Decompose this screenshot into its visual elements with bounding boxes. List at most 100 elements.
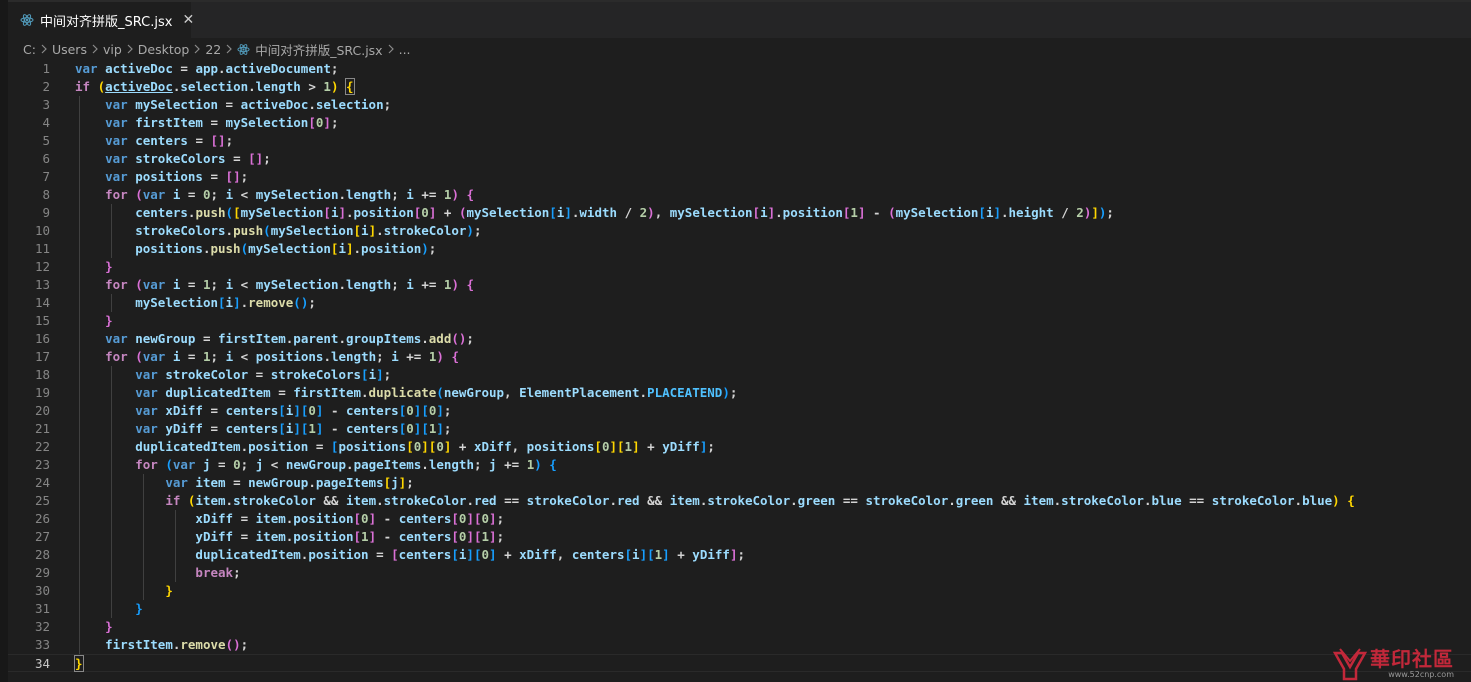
code-line[interactable]: 21 var yDiff = centers[i][1] - centers[0… <box>8 420 1471 438</box>
code-text: } <box>165 583 173 598</box>
code-line[interactable]: 20 var xDiff = centers[i][0] - centers[0… <box>8 402 1471 420</box>
code-text: duplicatedItem.position = [centers[i][0]… <box>195 547 745 562</box>
line-number: 34 <box>34 656 50 671</box>
breadcrumb-item-file[interactable]: 中间对齐拼版_SRC.jsx <box>237 40 383 59</box>
code-text: var mySelection = activeDoc.selection; <box>105 97 392 112</box>
code-line[interactable]: 13 for (var i = 1; i < mySelection.lengt… <box>8 276 1471 294</box>
code-text: } <box>105 313 113 328</box>
line-number: 12 <box>34 259 50 274</box>
code-line[interactable]: 2 if (activeDoc.selection.length > 1) { <box>8 78 1471 96</box>
line-number: 3 <box>42 97 50 112</box>
close-icon[interactable]: ✕ <box>182 11 194 29</box>
code-line[interactable]: 23 for (var j = 0; j < newGroup.pageItem… <box>8 456 1471 474</box>
line-number: 32 <box>34 619 50 634</box>
chevron-right-icon <box>126 44 134 54</box>
line-number: 27 <box>34 529 50 544</box>
code-line[interactable]: 31 } <box>8 600 1471 618</box>
line-number: 4 <box>42 115 50 130</box>
line-number: 2 <box>42 79 50 94</box>
code-line[interactable]: 15 } <box>8 312 1471 330</box>
line-number: 29 <box>34 565 50 580</box>
line-number: 5 <box>42 133 50 148</box>
breadcrumb-item-folder[interactable]: 22 <box>205 42 221 57</box>
code-line[interactable]: 8 for (var i = 0; i < mySelection.length… <box>8 186 1471 204</box>
code-line[interactable]: 32 } <box>8 618 1471 636</box>
site-logo <box>1332 648 1368 681</box>
code-line[interactable]: 27 yDiff = item.position[1] - centers[0]… <box>8 528 1471 546</box>
line-number: 1 <box>42 61 50 76</box>
code-line[interactable]: 30 } <box>8 582 1471 600</box>
code-line[interactable]: 19 var duplicatedItem = firstItem.duplic… <box>8 384 1471 402</box>
code-editor[interactable]: 1 var activeDoc = app.activeDocument; 2 if … <box>8 60 1471 682</box>
code-text: if (activeDoc.selection.length > 1) { <box>75 78 355 95</box>
code-text: break; <box>195 565 241 580</box>
code-text: } <box>105 619 113 634</box>
code-text: xDiff = item.position[0] - centers[0][0]… <box>195 511 505 526</box>
code-text: for (var i = 1; i < mySelection.length; … <box>105 277 475 292</box>
line-number: 24 <box>34 475 50 490</box>
activity-strip <box>0 0 8 682</box>
code-line[interactable]: 3 var mySelection = activeDoc.selection; <box>8 96 1471 114</box>
line-number: 19 <box>34 385 50 400</box>
chevron-right-icon <box>387 44 395 54</box>
code-line[interactable]: 12 } <box>8 258 1471 276</box>
watermark: 華印社區 www.52cnp.com <box>1332 646 1467 682</box>
tab-file[interactable]: 中间对齐拼版_SRC.jsx ✕ <box>8 2 194 38</box>
code-line[interactable]: 22 duplicatedItem.position = [positions[… <box>8 438 1471 456</box>
chevron-right-icon <box>193 44 201 54</box>
code-text: if (item.strokeColor && item.strokeColor… <box>165 493 1355 508</box>
line-number: 17 <box>34 349 50 364</box>
code-line[interactable]: 11 positions.push(mySelection[i].positio… <box>8 240 1471 258</box>
code-line[interactable]: 29 break; <box>8 564 1471 582</box>
breadcrumb-item-drive[interactable]: C: <box>23 42 36 57</box>
code-text: firstItem.remove(); <box>105 637 249 652</box>
code-line[interactable]: 14 mySelection[i].remove(); <box>8 294 1471 312</box>
breadcrumb-file-label: 中间对齐拼版_SRC.jsx <box>255 42 383 58</box>
breadcrumb: C: Users vip Desktop 22 中间对齐拼版_SRC.jsx .… <box>8 38 1471 60</box>
code-line[interactable]: 10 strokeColors.push(mySelection[i].stro… <box>8 222 1471 240</box>
code-line[interactable]: 26 xDiff = item.position[0] - centers[0]… <box>8 510 1471 528</box>
code-text: var duplicatedItem = firstItem.duplicate… <box>135 385 738 400</box>
code-line[interactable]: 28 duplicatedItem.position = [centers[i]… <box>8 546 1471 564</box>
code-text: for (var i = 1; i < positions.length; i … <box>105 349 459 364</box>
code-line[interactable]: 18 var strokeColor = strokeColors[i]; <box>8 366 1471 384</box>
watermark-url: www.52cnp.com <box>1388 670 1454 679</box>
code-text: var item = newGroup.pageItems[j]; <box>165 475 414 490</box>
code-text: yDiff = item.position[1] - centers[0][1]… <box>195 529 505 544</box>
code-line[interactable]: 33 firstItem.remove(); <box>8 636 1471 654</box>
breadcrumb-item-symbols[interactable]: ... <box>399 42 411 57</box>
code-text: var strokeColor = strokeColors[i]; <box>135 367 392 382</box>
code-text: for (var j = 0; j < newGroup.pageItems.l… <box>135 457 557 472</box>
code-line[interactable]: 9 centers.push([mySelection[i].position[… <box>8 204 1471 222</box>
line-number: 26 <box>34 511 50 526</box>
code-line[interactable]: 25 if (item.strokeColor && item.strokeCo… <box>8 492 1471 510</box>
line-number: 21 <box>34 421 50 436</box>
line-number: 28 <box>34 547 50 562</box>
line-number: 22 <box>34 439 50 454</box>
code-text: var positions = []; <box>105 169 249 184</box>
line-number: 20 <box>34 403 50 418</box>
breadcrumb-item-vip[interactable]: vip <box>103 42 122 57</box>
line-number: 14 <box>34 295 50 310</box>
line-number: 9 <box>42 205 50 220</box>
code-line[interactable]: 16 var newGroup = firstItem.parent.group… <box>8 330 1471 348</box>
code-text: mySelection[i].remove(); <box>135 295 316 310</box>
code-line[interactable]: 6 var strokeColors = []; <box>8 150 1471 168</box>
watermark-text: 華印社區 <box>1370 647 1454 671</box>
code-line[interactable]: 4 var firstItem = mySelection[0]; <box>8 114 1471 132</box>
line-number: 6 <box>42 151 50 166</box>
tab-label: 中间对齐拼版_SRC.jsx <box>40 14 173 30</box>
react-file-icon <box>20 13 34 27</box>
code-line[interactable]: 34} <box>8 654 1471 672</box>
code-text: var yDiff = centers[i][1] - centers[0][1… <box>135 421 452 436</box>
code-text: } <box>74 655 84 672</box>
breadcrumb-item-users[interactable]: Users <box>52 42 87 57</box>
code-line[interactable]: 17 for (var i = 1; i < positions.length;… <box>8 348 1471 366</box>
code-line[interactable]: 5 var centers = []; <box>8 132 1471 150</box>
breadcrumb-item-desktop[interactable]: Desktop <box>138 42 190 57</box>
line-number: 25 <box>34 493 50 508</box>
code-line[interactable]: 1 var activeDoc = app.activeDocument; <box>8 60 1471 78</box>
code-line[interactable]: 7 var positions = []; <box>8 168 1471 186</box>
line-number: 13 <box>34 277 50 292</box>
code-line[interactable]: 24 var item = newGroup.pageItems[j]; <box>8 474 1471 492</box>
